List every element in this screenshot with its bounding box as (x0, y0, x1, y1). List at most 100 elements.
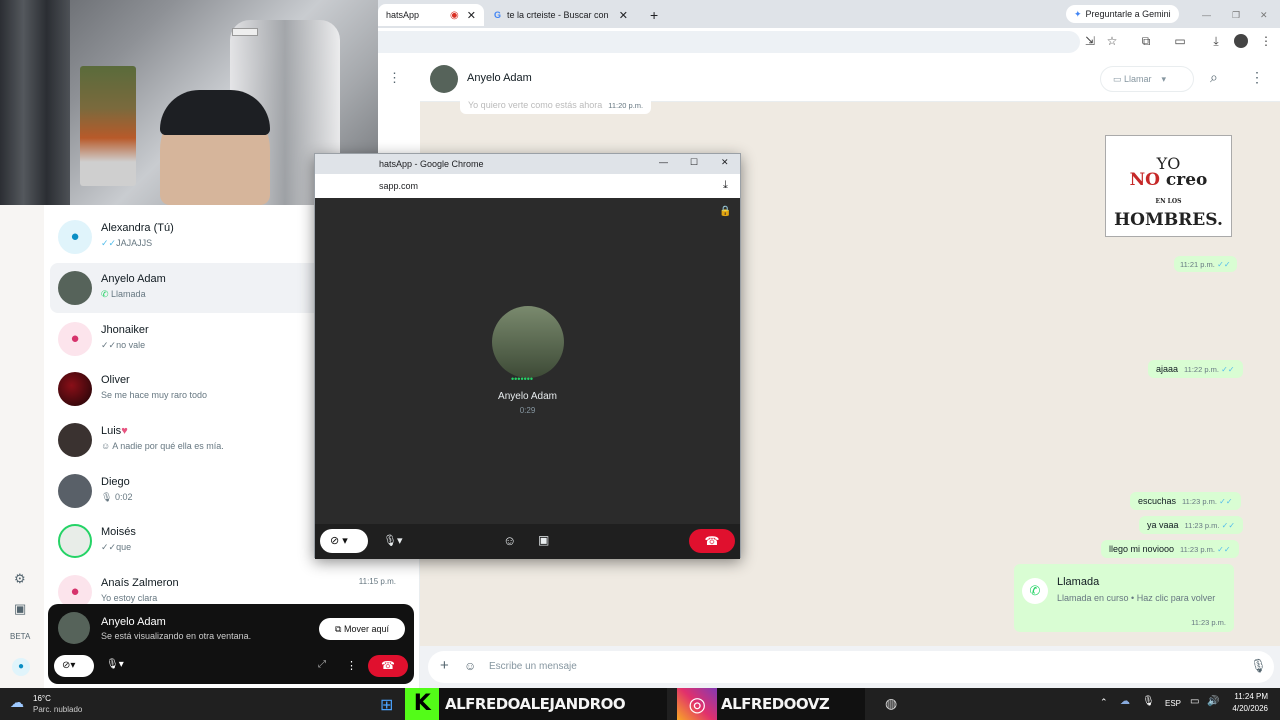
message-time: 11:23 p.m. (1182, 497, 1217, 506)
clock-date[interactable]: 4/20/2026 (1226, 704, 1268, 713)
avatar (58, 524, 92, 558)
curtain-image (0, 0, 70, 205)
windows-start-icon[interactable]: ⊞ (380, 695, 393, 715)
message-text: Yo quiero verte como estás ahora (468, 100, 603, 110)
sticker-text: creo (1165, 170, 1208, 190)
chat-preview: ✓✓que (101, 542, 131, 553)
bookmark-star-icon[interactable]: ☆ (1104, 34, 1120, 48)
kick-handle-banner: K ALFREDOALEJANDROO (405, 688, 667, 720)
call-card[interactable]: ✆ Llamada Llamada en curso • Haz clic pa… (1014, 564, 1234, 632)
avatar (58, 372, 92, 406)
tab-google-search[interactable]: G te la crteiste - Buscar con Goog ✕ (486, 4, 636, 26)
settings-icon[interactable]: ⚙ (14, 571, 26, 587)
more-options-icon[interactable]: ⋮ (346, 659, 357, 672)
video-camera-icon: ▭ (1113, 74, 1125, 84)
sticker-icon[interactable]: ☺ (464, 659, 476, 673)
microphone-icon[interactable]: 🎙▾ (106, 659, 124, 670)
person-icon: ● (70, 330, 80, 347)
profile-icon[interactable]: ● (12, 658, 30, 676)
microphone-icon[interactable]: 🎙▾ (383, 534, 403, 547)
extensions-icon[interactable]: ⧉ (1138, 34, 1154, 49)
chevron-up-icon[interactable]: ⌃ (1100, 697, 1108, 708)
audio-level-icon: ••••••• (511, 374, 534, 384)
sticker-image[interactable]: YO NO creo EN LOS HOMBRES. (1105, 135, 1232, 237)
double-check-icon: ✓✓ (1219, 521, 1236, 530)
search-icon[interactable]: ⌕ (1210, 69, 1218, 86)
clock-time[interactable]: 11:24 PM (1226, 692, 1268, 701)
chat-name-text: Luis (101, 425, 122, 437)
microphone-icon[interactable]: 🎙 (1142, 696, 1155, 707)
network-icon[interactable]: ▭ (1190, 696, 1199, 707)
chat-list-menu-icon[interactable]: ⋮ (388, 70, 401, 86)
weather-desc[interactable]: Parc. nublado (33, 705, 82, 714)
close-tab-icon[interactable]: ✕ (619, 9, 628, 22)
end-call-button[interactable]: ☎ (689, 529, 735, 553)
sticker-text: HOMBRES. (1114, 210, 1223, 230)
message-incoming: Yo quiero verte como estás ahora 11:20 p.… (460, 96, 652, 114)
emoji-reaction-icon[interactable]: ☺ (503, 533, 516, 548)
sticker-time-bubble: 11:21 p.m. ✓✓ (1174, 256, 1237, 272)
maximize-window-button[interactable]: ❐ (1224, 4, 1248, 26)
caller-name: Anyelo Adam (101, 616, 166, 628)
chrome-menu-icon[interactable]: ⋮ (1258, 34, 1274, 48)
address-bar[interactable] (378, 31, 1080, 53)
conversation-menu-icon[interactable]: ⋮ (1250, 69, 1264, 86)
mini-call-bar: Anyelo Adam Se está visualizando en otra… (48, 604, 414, 684)
chat-name: Oliver (101, 374, 130, 386)
double-check-icon: ✓✓ (1214, 545, 1231, 554)
chat-preview-text: que (116, 542, 132, 552)
call-card-subtitle: Llamada en curso • Haz clic para volver (1057, 593, 1216, 603)
contact-avatar[interactable] (430, 65, 458, 93)
lock-icon: 🔒 (719, 206, 732, 217)
call-button[interactable]: ▭ Llamar ▾ (1100, 66, 1194, 92)
download-icon[interactable]: ⤓ (723, 179, 728, 192)
screen-share-icon[interactable]: ▣ (538, 533, 549, 547)
chat-preview: ✓✓JAJAJJS (101, 238, 152, 249)
volume-icon[interactable]: 🔊 (1207, 696, 1219, 707)
taskbar-app-icon[interactable]: ◍ (885, 695, 897, 712)
move-here-button[interactable]: ⧉ Mover aquí (319, 618, 405, 640)
attach-plus-icon[interactable]: + (440, 657, 449, 674)
camera-toggle-button[interactable]: ⊘▾ (54, 655, 94, 677)
message-input[interactable]: Escribe un mensaje (489, 661, 577, 672)
end-call-button[interactable]: ☎ (368, 655, 408, 677)
chat-name: Moisés (101, 526, 136, 538)
instagram-handle: ALFREDOOVZ (721, 695, 830, 713)
language-indicator[interactable]: ESP (1165, 699, 1181, 708)
close-tab-icon[interactable]: ✕ (467, 9, 476, 22)
download-icon[interactable]: ⤓ (1208, 34, 1224, 49)
recording-icon: ◉ (450, 9, 459, 21)
cast-icon[interactable]: ▭ (1172, 34, 1188, 48)
message-text: llego mi noviooo (1109, 544, 1175, 554)
minimize-icon[interactable]: — (659, 157, 668, 167)
streamer-cap-image (160, 90, 270, 135)
chat-preview: Yo estoy clara (101, 593, 158, 603)
close-icon[interactable]: ✕ (721, 157, 729, 168)
weather-temp[interactable]: 16°C (33, 694, 51, 703)
tab-whatsapp[interactable]: hatsApp ◉ ✕ (378, 4, 484, 26)
chevron-down-icon: ▾ (1161, 74, 1167, 84)
close-window-button[interactable]: ✕ (1252, 4, 1276, 26)
new-tab-button[interactable]: + (642, 4, 666, 26)
minimize-window-button[interactable]: — (1194, 4, 1219, 26)
double-check-icon: ✓✓ (101, 542, 117, 552)
popup-url: sapp.com (379, 181, 419, 191)
popup-titlebar[interactable]: hatsApp - Google Chrome — ☐ ✕ (315, 154, 740, 174)
microphone-icon[interactable]: 🎙 (1250, 658, 1267, 674)
contact-name[interactable]: Anyelo Adam (467, 72, 532, 84)
profile-avatar[interactable] (1234, 34, 1248, 48)
maximize-icon[interactable]: ☐ (690, 157, 698, 168)
chat-preview-text: no vale (116, 340, 146, 350)
install-app-icon[interactable]: ⇲ (1082, 34, 1098, 48)
gemini-button[interactable]: ✦ Preguntarle a Gemini (1066, 5, 1179, 23)
camera-toggle-button[interactable]: ⊘ ▾ (320, 529, 368, 553)
media-icon[interactable]: ▣ (14, 601, 26, 617)
browser-tab-strip: hatsApp ◉ ✕ G te la crteiste - Buscar co… (378, 0, 1280, 28)
gemini-label: Preguntarle a Gemini (1085, 9, 1171, 19)
onedrive-icon[interactable]: ☁ (1120, 696, 1130, 707)
google-icon: G (494, 10, 502, 20)
kick-logo-icon: K (405, 688, 439, 720)
composer-box: + ☺ Escribe un mensaje 🎙 (428, 651, 1274, 683)
chat-name: Diego (101, 476, 130, 488)
expand-icon[interactable]: ⤢ (318, 659, 326, 670)
